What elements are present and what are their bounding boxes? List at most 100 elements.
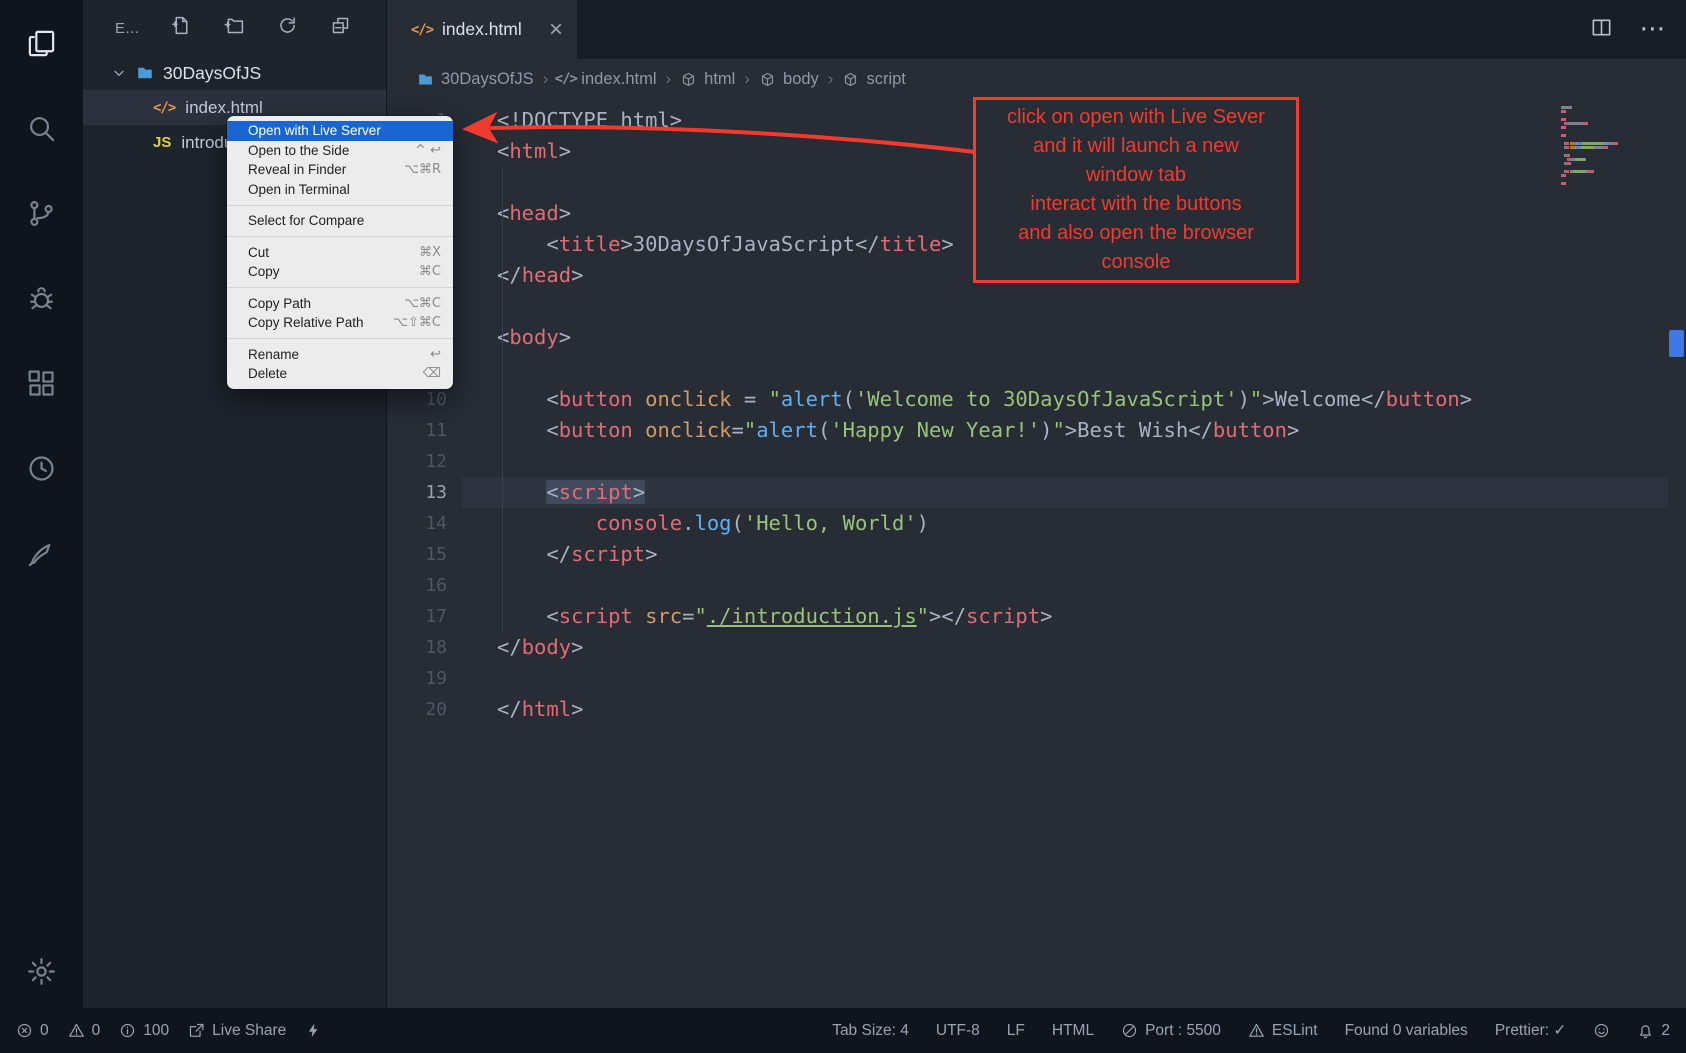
- js-icon: JS: [153, 134, 171, 151]
- new-file-button[interactable]: [171, 15, 192, 41]
- menu-item-open-to-the-side[interactable]: Open to the Side^ ↩: [227, 141, 453, 161]
- code-line-20[interactable]: 20</html>: [387, 694, 1686, 725]
- status-lf[interactable]: LF: [1007, 1022, 1025, 1040]
- code-text: [462, 353, 1668, 384]
- code-line-17[interactable]: 17 <script src="./introduction.js"></scr…: [387, 601, 1686, 632]
- code-text: <body>: [462, 322, 1668, 353]
- activity-pen[interactable]: [17, 528, 67, 578]
- activity-search[interactable]: [17, 103, 67, 153]
- breadcrumb-item-html[interactable]: html: [680, 70, 735, 89]
- html-file-icon: </>: [413, 21, 431, 39]
- activity-bar: [0, 0, 83, 1008]
- code-line-12[interactable]: 12: [387, 446, 1686, 477]
- menu-item-reveal-in-finder[interactable]: Reveal in Finder⌥⌘R: [227, 160, 453, 180]
- status-utf-8[interactable]: UTF-8: [936, 1022, 980, 1040]
- status-lightning[interactable]: [305, 1022, 322, 1039]
- code-line-16[interactable]: 16: [387, 570, 1686, 601]
- activity-debug[interactable]: [17, 273, 67, 323]
- minimap-line: [1561, 178, 1661, 181]
- new-folder-icon: [224, 15, 245, 36]
- breadcrumb-item-body[interactable]: body: [759, 70, 819, 89]
- menu-item-select-for-compare[interactable]: Select for Compare: [227, 211, 453, 231]
- status-text: 100: [143, 1022, 169, 1040]
- code-line-14[interactable]: 14 console.log('Hello, World'): [387, 508, 1686, 539]
- minimap-line: [1561, 150, 1661, 153]
- menu-item-label: Open to the Side: [248, 143, 349, 158]
- annotation-line: window tab: [980, 161, 1292, 190]
- code-line-9[interactable]: 9: [387, 353, 1686, 384]
- source-control-icon: [26, 198, 57, 229]
- minimap[interactable]: [1561, 106, 1661, 186]
- status-text: 0: [92, 1022, 101, 1040]
- minimap-line: [1561, 126, 1661, 129]
- activity-extensions[interactable]: [17, 358, 67, 408]
- code-line-10[interactable]: 10 <button onclick = "alert('Welcome to …: [387, 384, 1686, 415]
- breadcrumb-item-index-html[interactable]: </>index.html: [557, 70, 656, 89]
- menu-item-delete[interactable]: Delete⌫: [227, 364, 453, 384]
- code-line-11[interactable]: 11 <button onclick="alert('Happy New Yea…: [387, 415, 1686, 446]
- status-bar-left: 0 0 100 Live Share: [16, 1022, 322, 1040]
- close-tab-icon[interactable]: ×: [549, 18, 563, 42]
- menu-item-rename[interactable]: Rename↩: [227, 345, 453, 365]
- code-line-13[interactable]: 13 <script>: [387, 477, 1686, 508]
- code-text: </body>: [462, 632, 1668, 663]
- status-prettier[interactable]: Prettier: ✓: [1495, 1021, 1567, 1040]
- split-editor-button[interactable]: [1590, 16, 1613, 44]
- smiley-icon: [1593, 1022, 1610, 1039]
- status-live-share[interactable]: Live Share: [188, 1022, 286, 1040]
- folder-project-icon: [136, 64, 154, 82]
- tab-index-html[interactable]: </> index.html ×: [387, 0, 577, 59]
- breadcrumb-item-30daysofjs[interactable]: 30DaysOfJS: [417, 70, 534, 89]
- collapse-all-button[interactable]: [330, 15, 351, 41]
- menu-item-cut[interactable]: Cut⌘X: [227, 243, 453, 263]
- menu-separator: [227, 236, 453, 237]
- code-line-18[interactable]: 18</body>: [387, 632, 1686, 663]
- status-0[interactable]: 0: [16, 1022, 49, 1040]
- activity-clock[interactable]: [17, 443, 67, 493]
- code-line-19[interactable]: 19: [387, 663, 1686, 694]
- folder-row-30daysofjs[interactable]: 30DaysOfJS: [83, 56, 386, 90]
- new-folder-button[interactable]: [224, 15, 245, 41]
- warning-icon: [68, 1022, 85, 1039]
- status-found-0-variables[interactable]: Found 0 variables: [1345, 1022, 1468, 1040]
- line-number: 15: [387, 539, 462, 570]
- menu-item-copy-relative-path[interactable]: Copy Relative Path⌥⇧⌘C: [227, 313, 453, 333]
- activity-source-control[interactable]: [17, 188, 67, 238]
- menu-shortcut: ⌘X: [419, 245, 441, 260]
- chevron-down-icon: [111, 65, 127, 81]
- menu-item-label: Delete: [248, 366, 287, 381]
- status-smiley[interactable]: [1593, 1022, 1610, 1039]
- status-port-5500[interactable]: Port : 5500: [1121, 1022, 1221, 1040]
- breadcrumb-label: index.html: [581, 70, 656, 89]
- minimap-line: [1561, 154, 1661, 157]
- status-0[interactable]: 0: [68, 1022, 101, 1040]
- code-line-8[interactable]: 8<body>: [387, 322, 1686, 353]
- extensions-icon: [26, 368, 57, 399]
- refresh-button[interactable]: [277, 15, 298, 41]
- status-text: LF: [1007, 1022, 1025, 1040]
- status-tab-size-4[interactable]: Tab Size: 4: [832, 1022, 909, 1040]
- line-number: 11: [387, 415, 462, 446]
- menu-item-open-in-terminal[interactable]: Open in Terminal: [227, 180, 453, 200]
- breadcrumb-label: html: [704, 70, 735, 89]
- activity-files[interactable]: [17, 18, 67, 68]
- breadcrumb-item-script[interactable]: script: [842, 70, 905, 89]
- html-icon: </>: [153, 100, 175, 116]
- status-100[interactable]: 100: [119, 1022, 169, 1040]
- code-line-15[interactable]: 15 </script>: [387, 539, 1686, 570]
- status-html[interactable]: HTML: [1052, 1022, 1094, 1040]
- menu-item-copy[interactable]: Copy⌘C: [227, 262, 453, 282]
- more-button[interactable]: ⋯: [1641, 17, 1664, 42]
- status-2[interactable]: 2: [1637, 1022, 1670, 1040]
- code-line-7[interactable]: 7: [387, 291, 1686, 322]
- minimap-line: [1561, 174, 1661, 177]
- menu-item-copy-path[interactable]: Copy Path⌥⌘C: [227, 294, 453, 314]
- breadcrumb-label: 30DaysOfJS: [441, 70, 534, 89]
- annotation-line: click on open with Live Sever: [980, 103, 1292, 132]
- tab-title: index.html: [442, 19, 522, 40]
- clock-icon: [26, 453, 57, 484]
- activity-gear[interactable]: [17, 946, 67, 996]
- status-eslint[interactable]: ESLint: [1248, 1022, 1318, 1040]
- annotation-line: interact with the buttons: [980, 190, 1292, 219]
- menu-item-open-with-live-server[interactable]: Open with Live Server: [227, 121, 453, 141]
